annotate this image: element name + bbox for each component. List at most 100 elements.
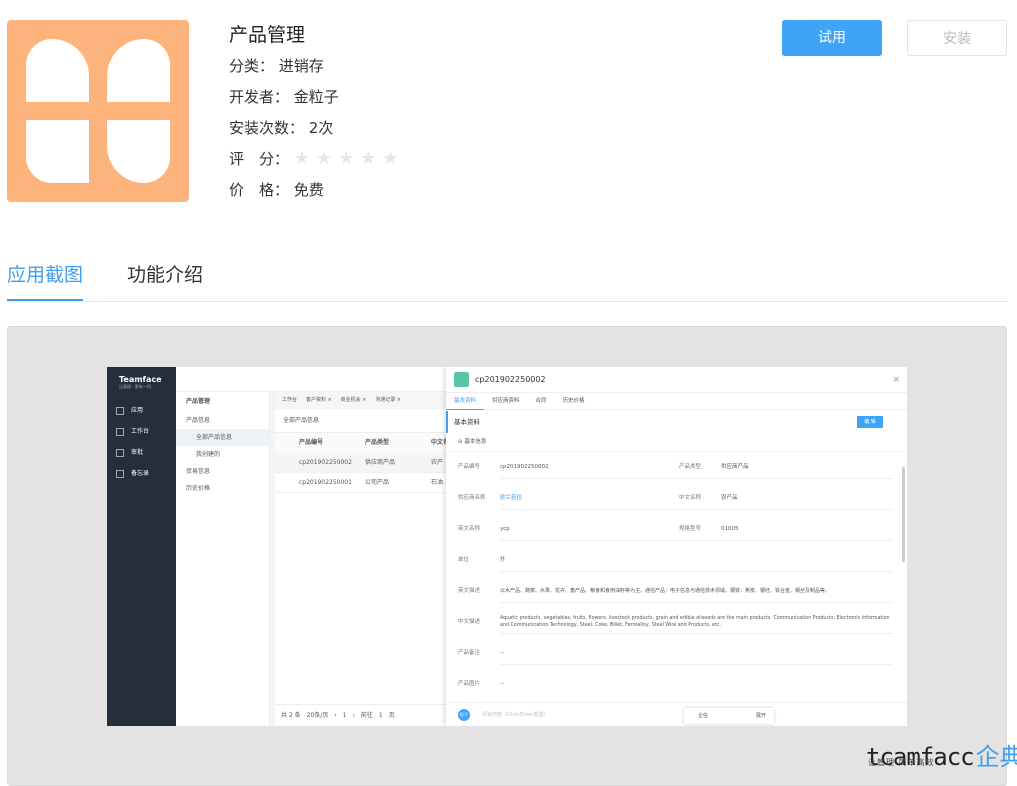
shot-comment-bar: 粒子 评论内容（Ctrl+Enter发送） — [446, 702, 907, 726]
shot-open-tab: 沟通记录 × — [375, 397, 402, 403]
close-icon: × — [892, 375, 900, 385]
shot-nav-item: 工作台 — [107, 421, 176, 442]
developer-label: 开发者： — [229, 88, 290, 106]
shot-field-label: 产品图片 — [458, 681, 481, 687]
rating-stars: ★★★★★ — [293, 148, 405, 169]
developer-value: 金粒子 — [293, 88, 339, 106]
shot-field-label: 英文名称 — [458, 526, 481, 532]
shot-detail-tab: 基本资料 — [446, 393, 485, 410]
price-value: 免费 — [293, 181, 324, 199]
shot-list-row: cp201902250001 公司产品 石油 — [275, 473, 446, 493]
developer-row: 开发者： 金粒子 — [229, 84, 404, 110]
shot-detail-header: cp201902250002 × — [446, 367, 907, 393]
shot-field-label: 供应商名称 — [458, 495, 486, 501]
shot-field-label: 中文描述 — [458, 619, 481, 625]
content-tabs: 应用截图 功能介绍 — [7, 252, 1007, 302]
shot-section-title: 基本资料 编 辑 — [446, 411, 907, 433]
watermark-cn: 企典 — [975, 743, 1017, 771]
shot-tree-item: 全部产品信息 — [176, 429, 269, 446]
installs-value: 2次 — [308, 119, 334, 137]
shot-pager: 共 2 条 20条/页 ‹ 1 › 前往 1 页 — [275, 704, 446, 726]
shot-chat-action: 展开 — [755, 713, 766, 719]
shot-field-value: -- — [500, 681, 504, 687]
shot-detail-title: cp201902250002 — [475, 375, 546, 384]
installs-row: 安装次数： 2次 — [229, 115, 404, 141]
shot-sidebar: Teamface 让管理 · 更有一切 应用 工作台 审批 备忘录 — [107, 367, 176, 726]
shot-module-title: 产品管理 — [186, 398, 211, 405]
shot-field-row: 产品备注 -- — [446, 638, 907, 669]
shot-topbar — [176, 367, 446, 392]
rating-label: 评 分： — [229, 150, 290, 168]
shot-nav-item: 审批 — [107, 442, 176, 463]
category-label: 分类： — [229, 57, 275, 75]
shot-field-row: 供应商名称 欧兰若拉 中文名称 农产品 — [446, 483, 907, 514]
shot-open-tab: 商业机会 × — [340, 397, 367, 403]
avatar: 粒子 — [458, 709, 470, 721]
shot-detail-panel: cp201902250002 × 基本资料 供应商资料 合同 历史价格 基本资料 编 … — [446, 367, 907, 726]
shot-nav-item: 应用 — [107, 400, 176, 421]
shot-field-row: 产品编号 cp201902250002 产品类型 供应商产品 — [446, 452, 907, 483]
category-row: 分类： 进销存 — [229, 53, 404, 79]
shot-field-row: 中文描述 Aquatic products, vegetables, fruits… — [446, 607, 907, 638]
shot-col: 产品编号 — [299, 439, 324, 446]
installs-label: 安装次数： — [229, 119, 305, 137]
shot-tree-item: 历史价格 — [186, 485, 211, 492]
shot-tree-item: 产品信息 — [186, 417, 211, 424]
try-button[interactable]: 试用 — [782, 20, 882, 56]
shot-detail-tabs: 基本资料 供应商资料 合同 历史价格 — [446, 393, 907, 410]
shot-group-label: 基本信息 — [464, 439, 487, 445]
shot-cell: cp201902250001 — [299, 479, 352, 486]
shot-cell: 石油 — [431, 479, 444, 486]
app-screenshot[interactable]: Teamface 让管理 · 更有一切 应用 工作台 审批 备忘录 产品管理 产… — [107, 367, 907, 726]
shot-brand: Teamface — [119, 375, 162, 384]
shot-field-value: 以水产品、蔬菜、水果、花卉、畜产品、粮食和食用油籽等为主。通信产品：电子信息与通… — [500, 588, 831, 594]
shot-group-title: ⊖ 基本信息 — [446, 433, 907, 452]
install-button[interactable]: 安装 — [907, 20, 1007, 56]
shot-field-row: 英文名称 ycp 规格型号 01005 — [446, 514, 907, 545]
shot-field-label: 英文描述 — [458, 588, 481, 594]
shot-section-label: 基本资料 — [454, 418, 480, 426]
tab-features[interactable]: 功能介绍 — [127, 260, 203, 301]
shot-chat-float: 企信 展开 — [684, 708, 774, 724]
price-row: 价 格： 免费 — [229, 177, 404, 203]
shot-list: 全部产品信息 产品编号 产品类型 中文名 cp201902250002 供应商产品 农产… — [275, 409, 449, 726]
shot-tree: 产品管理 产品信息 全部产品信息 我创建的 贸易信息 历史价格 — [176, 392, 270, 726]
shot-open-tab: 客户资料 × — [305, 397, 332, 403]
shot-open-tab: 工作台 — [282, 397, 298, 403]
rating-row: 评 分： ★★★★★ — [229, 146, 404, 172]
shot-nav-item: 备忘录 — [107, 463, 176, 484]
app-title: 产品管理 — [229, 24, 306, 46]
shot-field-label: 产品编号 — [458, 464, 481, 470]
watermark-sub: 让管理·简单高效 — [868, 758, 935, 767]
shot-detail-tab: 历史价格 — [562, 398, 585, 404]
shot-list-title: 全部产品信息 — [275, 409, 446, 433]
shot-cell: cp201902250002 — [299, 459, 352, 466]
shot-list-header: 产品编号 产品类型 中文名 — [275, 433, 449, 453]
shot-field-row: 产品图片 -- — [446, 669, 907, 700]
category-value: 进销存 — [278, 57, 324, 75]
clover-icon — [26, 39, 170, 183]
shot-chat-label: 企信 — [698, 713, 709, 719]
app-icon — [7, 20, 189, 202]
shot-field-row: 单位升 — [446, 545, 907, 576]
shot-cell: 供应商产品 — [365, 459, 396, 466]
shot-detail-tab: 供应商资料 — [492, 398, 520, 404]
price-label: 价 格： — [229, 181, 290, 199]
shot-cell: 公司产品 — [365, 479, 390, 486]
shot-detail-tab: 合同 — [535, 398, 547, 404]
shot-field-label: 产品备注 — [458, 650, 481, 656]
watermark: tcamfacc企典 让管理·简单高效 — [866, 737, 1017, 772]
shot-field-row: 英文描述 以水产品、蔬菜、水果、花卉、畜产品、粮食和食用油籽等为主。通信产品：电子… — [446, 576, 907, 607]
shot-tree-item: 我创建的 — [196, 451, 221, 458]
shot-list-row: cp201902250002 供应商产品 农产 — [275, 453, 446, 473]
shot-col: 产品类型 — [365, 439, 390, 446]
shot-field-value: Aquatic products, vegetables, fruits, fl… — [500, 616, 890, 628]
shot-comment-placeholder: 评论内容（Ctrl+Enter发送） — [482, 712, 549, 718]
document-icon — [454, 372, 469, 387]
shot-tree-item: 贸易信息 — [186, 468, 211, 475]
shot-open-tabs: 工作台 客户资料 × 商业机会 × 沟通记录 × — [275, 392, 446, 408]
shot-cell: 农产 — [431, 459, 444, 466]
tab-screenshots[interactable]: 应用截图 — [7, 260, 84, 301]
shot-field-label: 单位 — [458, 557, 470, 563]
shot-scrollbar — [902, 467, 905, 562]
